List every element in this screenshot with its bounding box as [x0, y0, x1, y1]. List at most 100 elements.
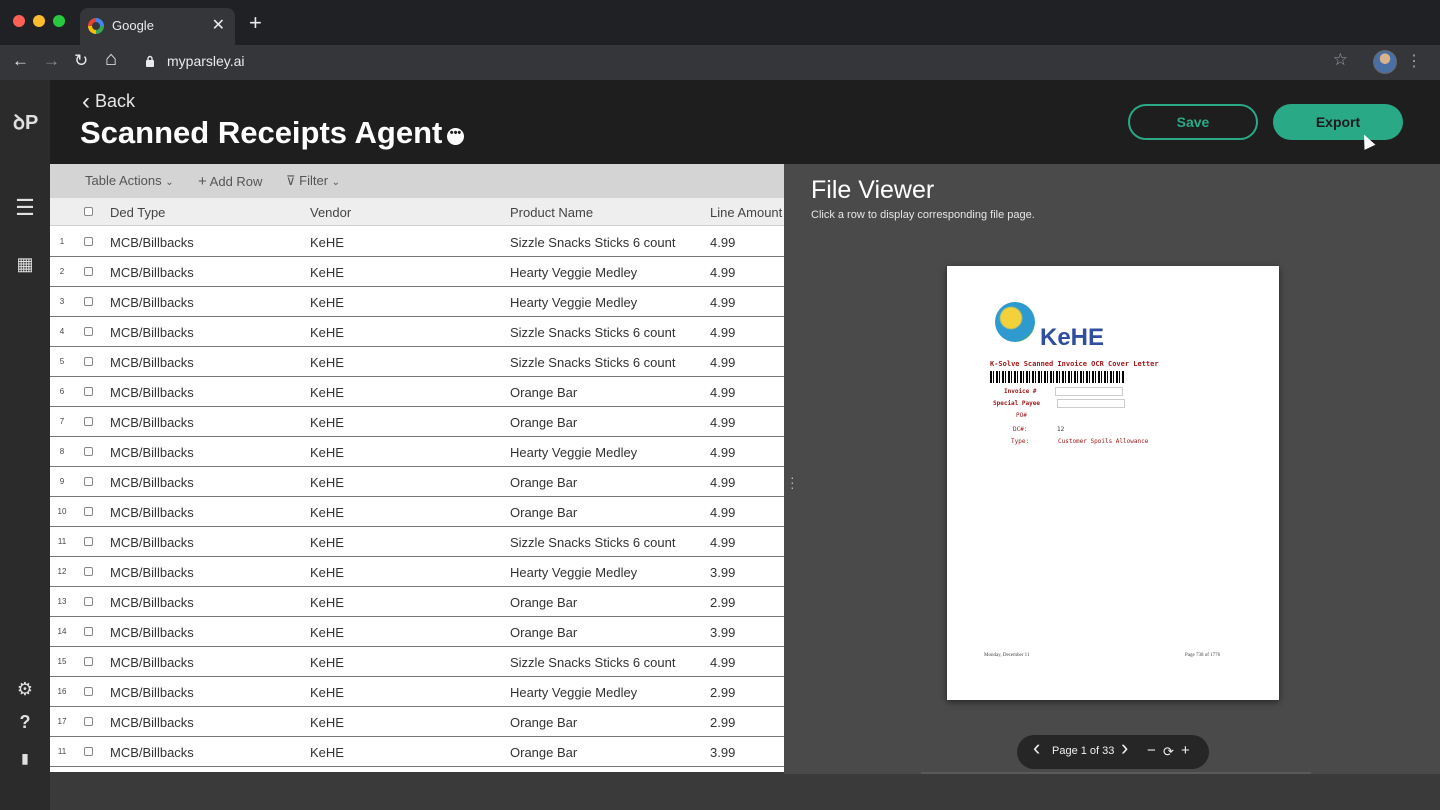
new-tab-icon[interactable]: +	[249, 12, 262, 34]
rotate-icon[interactable]: ⟳	[1163, 743, 1174, 761]
row-checkbox[interactable]	[84, 387, 93, 396]
bookmark-star-icon[interactable]: ☆	[1333, 50, 1348, 70]
table-row[interactable]: 11 MCB/Billbacks KeHE Orange Bar 3.99	[50, 737, 784, 767]
more-options-icon[interactable]: •••	[447, 128, 464, 145]
table-row[interactable]: 10 MCB/Billbacks KeHE Orange Bar 4.99	[50, 497, 784, 527]
row-number: 16	[57, 687, 67, 696]
cell-vendor: KeHE	[310, 445, 344, 460]
forward-arrow-icon[interactable]: →	[43, 51, 60, 71]
table-row[interactable]: 13 MCB/Billbacks KeHE Orange Bar 2.99	[50, 587, 784, 617]
table-row[interactable]: 6 MCB/Billbacks KeHE Orange Bar 4.99	[50, 377, 784, 407]
dc-label: DC#:	[1013, 426, 1028, 433]
browser-tab[interactable]: Google ✕	[80, 8, 235, 45]
export-button[interactable]: Export	[1273, 104, 1403, 140]
column-header-ded-type[interactable]: Ded Type	[110, 205, 165, 220]
add-row-button[interactable]: + Add Row	[198, 173, 262, 190]
row-checkbox[interactable]	[84, 447, 93, 456]
cell-vendor: KeHE	[310, 415, 344, 430]
row-checkbox[interactable]	[84, 657, 93, 666]
table-row[interactable]: 12 MCB/Billbacks KeHE Hearty Veggie Medley 3…	[50, 557, 784, 587]
table-row[interactable]: 5 MCB/Billbacks KeHE Sizzle Snacks Sticks 6…	[50, 347, 784, 377]
gear-icon[interactable]: ⚙	[0, 679, 50, 700]
row-number: 13	[57, 597, 67, 606]
chevron-right-icon[interactable]: ›	[1121, 737, 1128, 759]
row-checkbox[interactable]	[84, 417, 93, 426]
profile-avatar[interactable]	[1373, 50, 1397, 74]
column-header-product-name[interactable]: Product Name	[510, 205, 593, 220]
table-row[interactable]: 1 MCB/Billbacks KeHE Sizzle Snacks Sticks 6…	[50, 227, 784, 257]
zoom-out-icon[interactable]: −	[1147, 742, 1156, 760]
url-bar[interactable]: myparsley.ai	[167, 53, 245, 69]
reload-icon[interactable]: ↻	[74, 51, 88, 71]
select-all-checkbox[interactable]	[84, 207, 93, 216]
tab-close-icon[interactable]: ✕	[212, 15, 225, 35]
row-checkbox[interactable]	[84, 477, 93, 486]
google-favicon-icon	[88, 18, 104, 34]
row-checkbox[interactable]	[84, 687, 93, 696]
window-minimize-button[interactable]	[33, 15, 45, 27]
back-link[interactable]: ‹ Back	[82, 88, 135, 116]
table-row[interactable]: 16 MCB/Billbacks KeHE Hearty Veggie Medley 2…	[50, 677, 784, 707]
document-page[interactable]: KeHE K-Solve Scanned Invoice OCR Cover L…	[947, 266, 1279, 700]
window-close-button[interactable]	[13, 15, 25, 27]
parsley-logo-icon[interactable]: ꝺP	[13, 108, 38, 135]
cell-vendor: KeHE	[310, 355, 344, 370]
docs-icon[interactable]: ▮	[0, 750, 50, 767]
hamburger-menu-icon[interactable]: ☰	[0, 195, 50, 221]
column-header-line-amount[interactable]: Line Amount	[710, 205, 782, 220]
table-row[interactable]: 7 MCB/Billbacks KeHE Orange Bar 4.99	[50, 407, 784, 437]
cell-line-amount: 4.99	[710, 415, 736, 430]
table-row[interactable]: 3 MCB/Billbacks KeHE Hearty Veggie Medley 4.…	[50, 287, 784, 317]
row-checkbox[interactable]	[84, 597, 93, 606]
cell-ded-type: MCB/Billbacks	[110, 655, 194, 670]
browser-menu-icon[interactable]: ⋮	[1406, 51, 1422, 71]
window-zoom-button[interactable]	[53, 15, 65, 27]
viewer-subtitle: Click a row to display corresponding fil…	[811, 209, 1035, 221]
table-row[interactable]: 15 MCB/Billbacks KeHE Sizzle Snacks Sticks …	[50, 647, 784, 677]
dc-value: 12	[1057, 426, 1065, 433]
cell-ded-type: MCB/Billbacks	[110, 295, 194, 310]
row-checkbox[interactable]	[84, 537, 93, 546]
table-actions-dropdown[interactable]: Table Actions ⌄	[85, 173, 174, 188]
table-row[interactable]: 14 MCB/Billbacks KeHE Orange Bar 3.99	[50, 617, 784, 647]
filter-dropdown[interactable]: ⊽ Filter ⌄	[286, 173, 340, 189]
page-header: ‹ Back Scanned Receipts Agent ••• Save E…	[50, 80, 1440, 164]
cell-vendor: KeHE	[310, 385, 344, 400]
cell-ded-type: MCB/Billbacks	[110, 475, 194, 490]
table-row[interactable]: 11 MCB/Billbacks KeHE Sizzle Snacks Sticks …	[50, 527, 784, 557]
back-arrow-icon[interactable]: ←	[12, 51, 29, 71]
row-checkbox[interactable]	[84, 267, 93, 276]
chevron-left-icon[interactable]: ‹	[1033, 737, 1040, 759]
row-checkbox[interactable]	[84, 567, 93, 576]
row-checkbox[interactable]	[84, 357, 93, 366]
horizontal-scrollbar[interactable]	[921, 772, 1311, 774]
row-checkbox[interactable]	[84, 327, 93, 336]
cell-product-name: Sizzle Snacks Sticks 6 count	[510, 355, 676, 370]
payee-box	[1057, 399, 1125, 408]
row-checkbox[interactable]	[84, 507, 93, 516]
table-row[interactable]: 4 MCB/Billbacks KeHE Sizzle Snacks Sticks 6…	[50, 317, 784, 347]
document-heading: K-Solve Scanned Invoice OCR Cover Letter	[990, 360, 1159, 368]
cell-product-name: Orange Bar	[510, 745, 578, 760]
save-button[interactable]: Save	[1128, 104, 1258, 140]
help-icon[interactable]: ?	[0, 712, 50, 733]
grid-icon[interactable]: ▦	[0, 254, 50, 275]
home-icon[interactable]: ⌂	[105, 49, 117, 69]
row-checkbox[interactable]	[84, 747, 93, 756]
table-row[interactable]: 2 MCB/Billbacks KeHE Hearty Veggie Medley 4.…	[50, 257, 784, 287]
table-row[interactable]: 8 MCB/Billbacks KeHE Hearty Veggie Medley 4.…	[50, 437, 784, 467]
table-row[interactable]: 9 MCB/Billbacks KeHE Orange Bar 4.99	[50, 467, 784, 497]
cell-ded-type: MCB/Billbacks	[110, 445, 194, 460]
row-checkbox[interactable]	[84, 237, 93, 246]
table-row[interactable]: 17 MCB/Billbacks KeHE Orange Bar 2.99	[50, 707, 784, 737]
panel-resize-handle[interactable]: · · ·	[790, 470, 795, 494]
row-checkbox[interactable]	[84, 717, 93, 726]
row-checkbox[interactable]	[84, 627, 93, 636]
column-header-vendor[interactable]: Vendor	[310, 205, 351, 220]
row-checkbox[interactable]	[84, 297, 93, 306]
plus-icon: +	[198, 173, 207, 190]
table-body: 1 MCB/Billbacks KeHE Sizzle Snacks Sticks 6…	[50, 227, 784, 767]
zoom-in-icon[interactable]: +	[1181, 742, 1190, 760]
cell-product-name: Orange Bar	[510, 715, 578, 730]
cell-ded-type: MCB/Billbacks	[110, 265, 194, 280]
